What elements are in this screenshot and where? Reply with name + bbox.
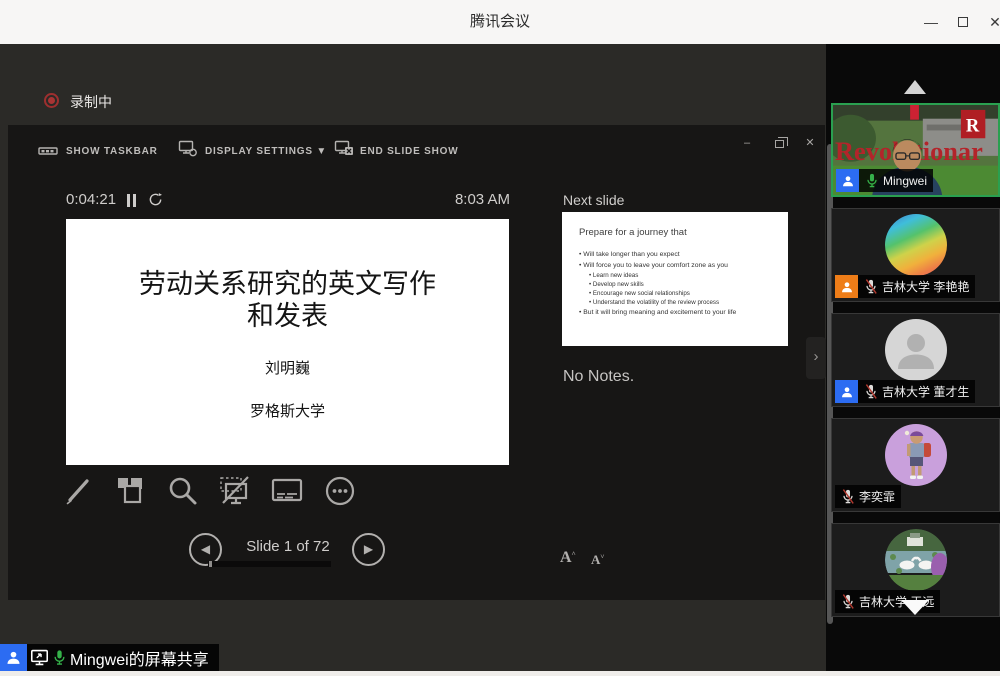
- participant-label: 吉林大学 李艳艳: [835, 275, 975, 298]
- participant-tile[interactable]: 吉林大学 董才生: [831, 313, 1000, 407]
- display-settings-icon: [178, 140, 198, 157]
- share-bar: Mingwei的屏幕共享: [27, 644, 219, 671]
- more-options-button[interactable]: [323, 473, 357, 509]
- mic-on-icon: [52, 649, 67, 666]
- maximize-button[interactable]: [952, 12, 974, 32]
- person-icon: [5, 649, 22, 666]
- slide-affiliation: 罗格斯大学: [66, 400, 509, 421]
- current-slide[interactable]: 劳动关系研究的英文写作 和发表 刘明巍 罗格斯大学: [66, 219, 509, 465]
- next-slide-bullet: • Will take longer than you expect: [579, 249, 778, 260]
- presenter-view-window: SHOW TASKBAR DISPLAY SETTINGS ▼ END SLID…: [8, 125, 825, 600]
- recording-label: 录制中: [70, 92, 112, 112]
- restore-icon: [775, 140, 784, 148]
- black-screen-button[interactable]: [218, 473, 252, 509]
- next-slide-bullet: • But it will bring meaning and exciteme…: [579, 307, 778, 318]
- next-slide-preview[interactable]: Prepare for a journey that • Will take l…: [562, 212, 788, 346]
- participant-tile[interactable]: 吉林大学 李艳艳: [831, 208, 1000, 302]
- recording-icon: [44, 93, 59, 108]
- next-slide-bullet: • Learn new ideas: [589, 271, 778, 280]
- next-slide-bullet: • Will force you to leave your comfort z…: [579, 260, 778, 271]
- taskbar-icon: [38, 140, 58, 155]
- notes-text: No Notes.: [563, 368, 634, 386]
- timer-elapsed: 0:04:21: [66, 191, 116, 208]
- participant-label: 李奕霏: [835, 485, 901, 508]
- participant-name: 吉林大学 李艳艳: [882, 278, 969, 295]
- participant-tile[interactable]: 李奕霏: [831, 418, 1000, 512]
- role-badge: [836, 169, 859, 192]
- next-slide-bullet: • Develop new skills: [589, 280, 778, 289]
- minimize-button[interactable]: —: [920, 12, 942, 32]
- svg-text:R: R: [966, 115, 980, 136]
- slide-counter: Slide 1 of 72: [230, 538, 346, 555]
- window-bottom-edge: [0, 671, 1000, 676]
- role-badge: [835, 275, 858, 298]
- participant-tile[interactable]: R Revolutionar Mingwei: [831, 103, 1000, 197]
- sharer-badge: [0, 644, 27, 671]
- pv-minimize-button[interactable]: –: [737, 134, 757, 152]
- slide-title: 劳动关系研究的英文写作 和发表: [66, 269, 509, 333]
- pv-close-button[interactable]: ✕: [800, 134, 820, 152]
- participant-label: 吉林大学 董才生: [835, 380, 975, 403]
- expand-panel-button[interactable]: ›: [806, 337, 826, 379]
- window-title: 腾讯会议: [0, 0, 1000, 44]
- next-slide-button[interactable]: ▶: [352, 533, 385, 566]
- end-slide-show-icon: [334, 140, 354, 157]
- title-bar: 腾讯会议 — ✕: [0, 0, 1000, 44]
- clock-time: 8:03 AM: [388, 191, 510, 208]
- see-all-slides-button[interactable]: [114, 473, 148, 509]
- mic-muted-icon: [839, 593, 856, 610]
- pause-timer-button[interactable]: [126, 194, 138, 207]
- meeting-window: 腾讯会议 — ✕ 录制中 SHOW TASKBAR DISPLAY SETTIN…: [0, 0, 1000, 676]
- pen-tool-button[interactable]: [62, 473, 96, 509]
- participant-label: Mingwei: [836, 169, 933, 192]
- share-banner-text: Mingwei的屏幕共享: [70, 646, 209, 670]
- slide-author: 刘明巍: [66, 357, 509, 378]
- participant-sidebar: R Revolutionar Mingwei 吉林大学 李艳艳 吉林大学 董才生: [826, 44, 1000, 671]
- subtitles-button[interactable]: [270, 473, 304, 509]
- display-settings-button[interactable]: DISPLAY SETTINGS ▼: [205, 146, 327, 157]
- next-slide-label: Next slide: [563, 192, 624, 208]
- scroll-up-icon[interactable]: [904, 80, 926, 94]
- shared-screen-area: 录制中 SHOW TASKBAR DISPLAY SETTINGS ▼ EN: [0, 44, 826, 671]
- screen-share-banner: Mingwei的屏幕共享: [0, 644, 219, 671]
- screen-share-icon: [30, 649, 49, 666]
- zoom-slide-button[interactable]: [166, 473, 200, 509]
- show-taskbar-button[interactable]: SHOW TASKBAR: [66, 146, 158, 157]
- next-slide-bullets: • Will take longer than you expect• Will…: [579, 249, 778, 318]
- mic-muted-icon: [862, 278, 879, 295]
- mic-muted-icon: [839, 488, 856, 505]
- progress-tick: [209, 561, 212, 567]
- pv-restore-button[interactable]: [769, 134, 789, 152]
- restart-timer-button[interactable]: [148, 192, 163, 207]
- mic-on-icon: [863, 172, 880, 189]
- next-slide-bullet: • Understand the volatility of the revie…: [589, 298, 778, 307]
- slide-progress-bar[interactable]: [208, 561, 331, 567]
- next-slide-bullet: • Encourage new social relationships: [589, 289, 778, 298]
- close-button[interactable]: ✕: [984, 12, 1000, 32]
- maximize-icon: [958, 17, 968, 27]
- participant-name: Mingwei: [883, 174, 927, 188]
- scroll-down-icon[interactable]: [901, 600, 929, 615]
- participant-name: 吉林大学 董才生: [882, 383, 969, 400]
- mic-muted-icon: [862, 383, 879, 400]
- participant-name: 李奕霏: [859, 488, 895, 505]
- increase-font-button[interactable]: A˄: [560, 549, 576, 567]
- next-slide-title: Prepare for a journey that: [579, 227, 778, 238]
- decrease-font-button[interactable]: A˅: [591, 552, 604, 568]
- end-slide-show-button[interactable]: END SLIDE SHOW: [360, 146, 458, 157]
- role-badge: [835, 380, 858, 403]
